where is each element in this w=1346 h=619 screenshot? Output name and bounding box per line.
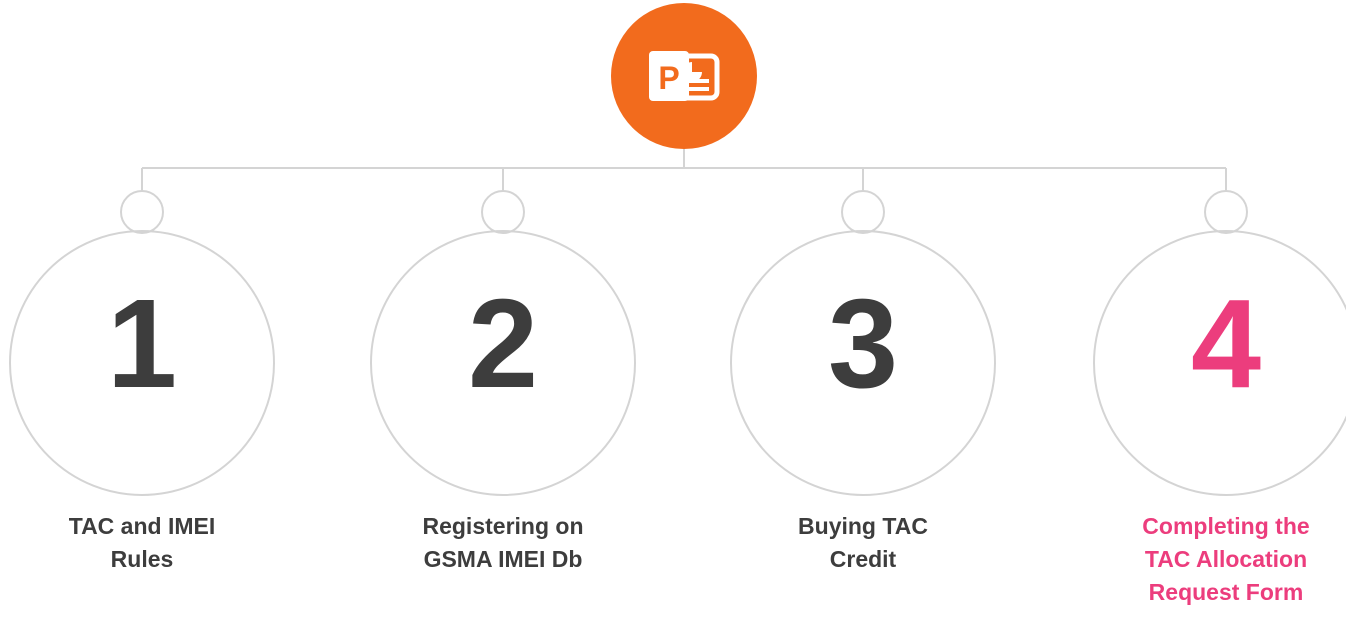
- step-4-label-line: Request Form: [1148, 579, 1304, 605]
- step-4-label: Completing the TAC Allocation Request Fo…: [1091, 510, 1346, 609]
- step-4-label-line: TAC Allocation: [1144, 546, 1308, 572]
- step-1-connector-node: [120, 190, 164, 234]
- step-3-label: Buying TAC Credit: [728, 510, 998, 576]
- step-3-connector-node: [841, 190, 885, 234]
- step-2-label-line: Registering on: [422, 513, 584, 539]
- step-2-number: 2: [467, 273, 539, 414]
- step-2-label-line: GSMA IMEI Db: [423, 546, 583, 572]
- powerpoint-hub-circle: P: [611, 3, 757, 149]
- step-4-connector-node: [1204, 190, 1248, 234]
- step-3-number: 3: [827, 273, 899, 414]
- step-3-label-line: Credit: [829, 546, 897, 572]
- step-1-label: TAC and IMEI Rules: [7, 510, 277, 576]
- step-4-number: 4: [1190, 273, 1262, 414]
- powerpoint-icon: P: [649, 51, 720, 101]
- step-1-label-line: Rules: [110, 546, 174, 572]
- step-1-label-line: TAC and IMEI: [68, 513, 216, 539]
- step-3-label-line: Buying TAC: [798, 513, 928, 539]
- step-1-number: 1: [106, 273, 178, 414]
- powerpoint-letter: P: [658, 60, 679, 96]
- step-2-connector-node: [481, 190, 525, 234]
- step-2-label: Registering on GSMA IMEI Db: [368, 510, 638, 576]
- step-4-label-line: Completing the: [1142, 513, 1310, 539]
